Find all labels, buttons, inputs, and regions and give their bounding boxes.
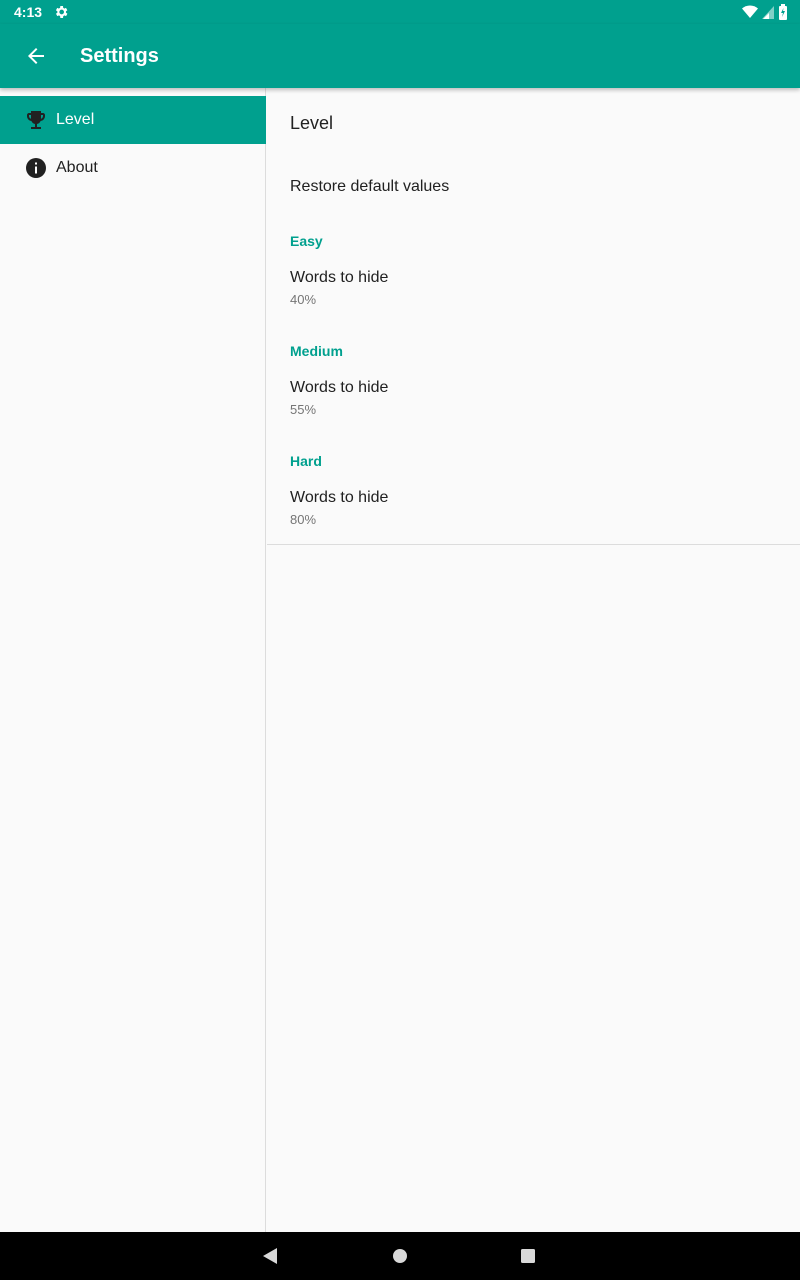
- pref-title: Words to hide: [290, 269, 389, 286]
- arrow-back-icon: [28, 48, 44, 64]
- category-medium: Medium: [290, 343, 343, 359]
- sidebar-item-label: About: [56, 159, 98, 176]
- nav-back-button[interactable]: [258, 1244, 282, 1268]
- pref-value: 40%: [290, 292, 317, 307]
- pref-title: Words to hide: [290, 379, 389, 396]
- pref-title: Words to hide: [290, 489, 389, 506]
- pref-hard-words-to-hide[interactable]: Words to hide 80%: [267, 489, 800, 545]
- content-header: Level: [290, 113, 334, 133]
- pref-medium-words-to-hide[interactable]: Words to hide 55%: [267, 379, 800, 435]
- status-bar: 4:13: [0, 0, 800, 24]
- nav-home-button[interactable]: [388, 1244, 412, 1268]
- pref-value: 80%: [290, 512, 317, 527]
- trophy-icon: [27, 111, 45, 129]
- system-nav-bar: [0, 1232, 800, 1280]
- app-bar: Settings: [0, 24, 800, 88]
- nav-recents-button[interactable]: [516, 1244, 540, 1268]
- recents-square-icon: [521, 1249, 535, 1263]
- category-easy: Easy: [290, 233, 323, 249]
- status-icons: [742, 4, 788, 20]
- back-button[interactable]: [16, 36, 56, 76]
- wifi-icon: [742, 5, 758, 18]
- divider: [267, 544, 800, 545]
- settings-gear-icon: [55, 6, 68, 18]
- sidebar-item-level[interactable]: Level: [0, 96, 266, 144]
- home-circle-icon: [393, 1249, 407, 1263]
- back-triangle-icon: [263, 1248, 277, 1264]
- info-icon: [26, 158, 46, 178]
- battery-icon: [779, 4, 787, 20]
- pref-value: 55%: [290, 402, 317, 417]
- status-time: 4:13: [14, 4, 43, 20]
- category-hard: Hard: [290, 453, 322, 469]
- signal-icon: [762, 6, 774, 19]
- settings-sidebar: Level About: [0, 88, 266, 1232]
- sidebar-item-about[interactable]: About: [0, 144, 266, 192]
- restore-defaults-button[interactable]: Restore default values: [290, 178, 449, 196]
- page-title: Settings: [80, 45, 159, 67]
- pref-easy-words-to-hide[interactable]: Words to hide 40%: [267, 269, 800, 325]
- sidebar-item-label: Level: [56, 111, 95, 128]
